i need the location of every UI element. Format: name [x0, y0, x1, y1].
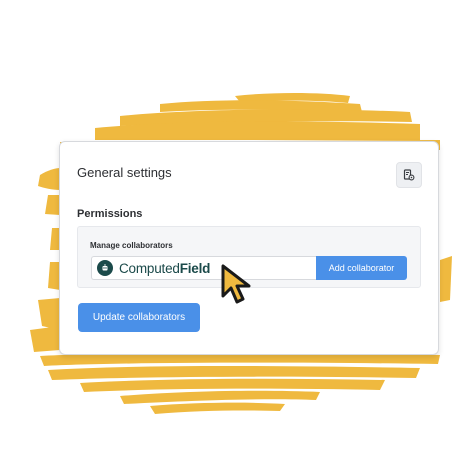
computedfield-logo-icon [97, 260, 113, 276]
permissions-heading: Permissions [77, 208, 143, 220]
add-collaborator-button[interactable]: Add collaborator [316, 256, 407, 280]
logo-text-bold: Field [179, 260, 211, 276]
general-settings-card: General settings Permissions Manage coll… [59, 141, 439, 355]
logo-text-regular: Computed [119, 260, 180, 276]
manage-collaborators-label: Manage collaborators [90, 241, 173, 250]
document-settings-icon [403, 169, 415, 181]
card-title: General settings [77, 165, 172, 180]
collaborator-logo-text: ComputedField [119, 261, 210, 276]
update-collaborators-button[interactable]: Update collaborators [78, 303, 200, 332]
collaborator-field[interactable]: ComputedField [91, 256, 316, 280]
settings-icon-button[interactable] [396, 162, 422, 188]
mouse-pointer-icon [221, 264, 251, 304]
